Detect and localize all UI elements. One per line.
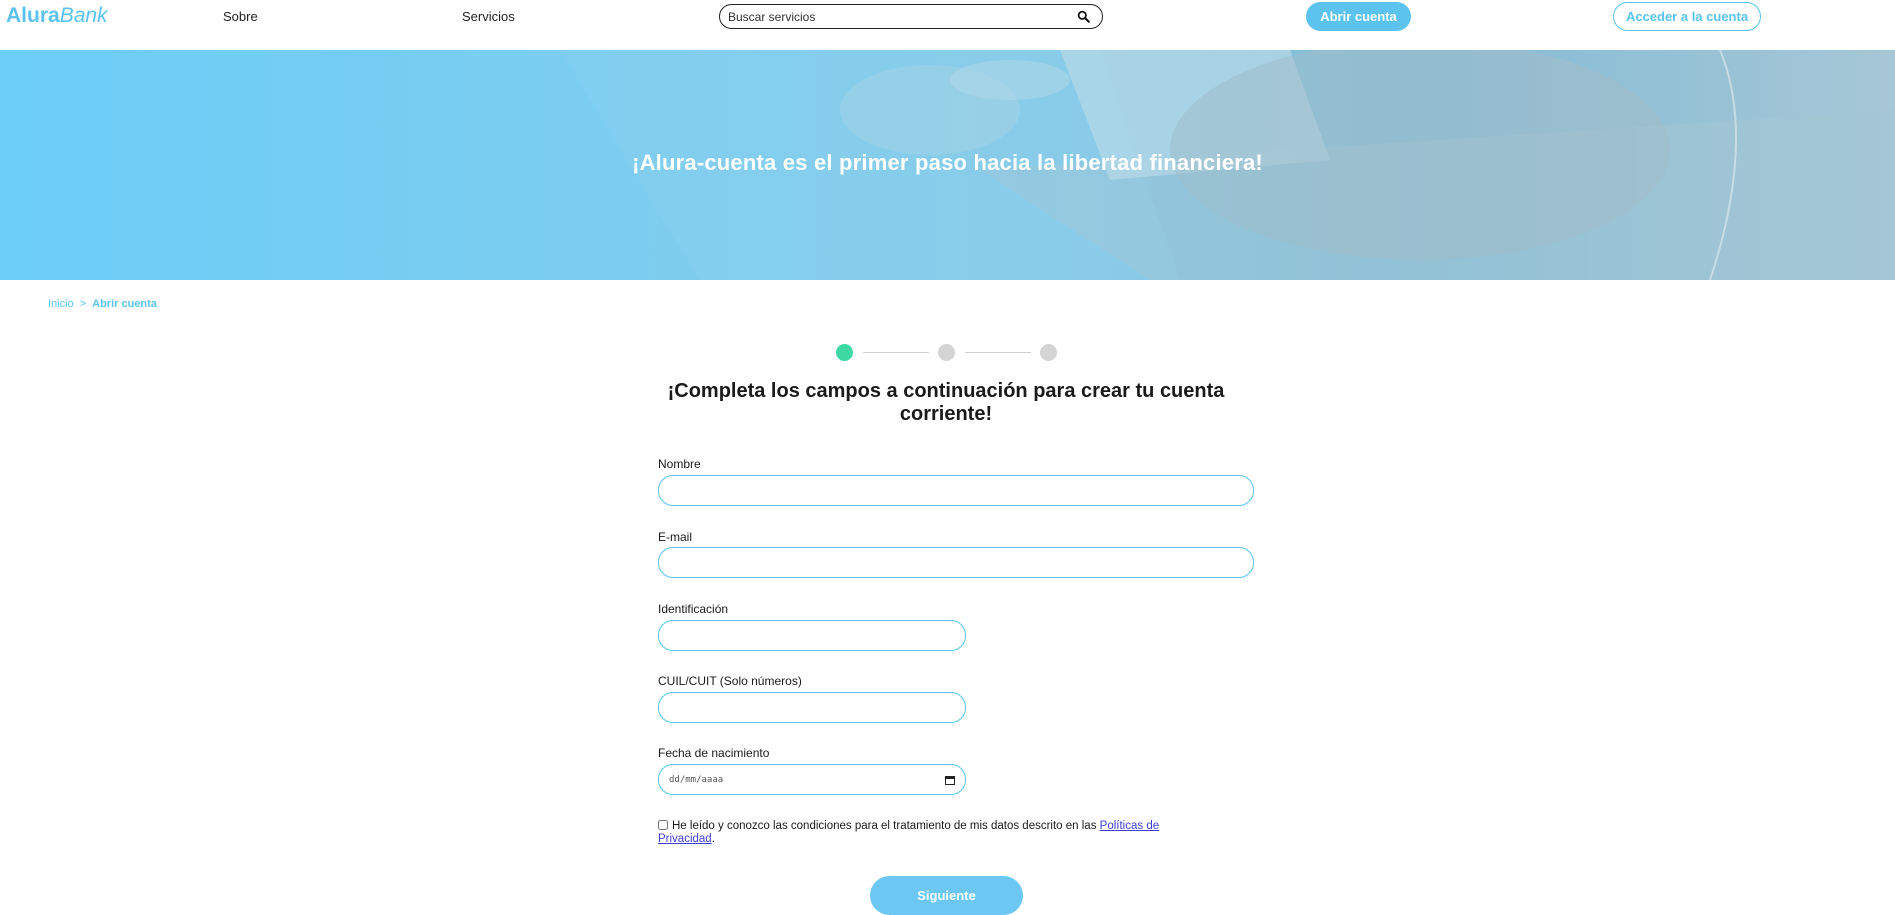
site-header: AluraBank Sobre Servicios Abrir cuenta A… (0, 0, 1895, 50)
search-input[interactable] (728, 9, 1076, 24)
progress-stepper (836, 343, 1058, 361)
cuil-input[interactable] (658, 692, 966, 723)
consent-end: . (711, 833, 715, 845)
fecha-input[interactable]: dd/mm/aaaa (658, 764, 966, 795)
identificacion-label: Identificación (658, 602, 729, 616)
calendar-icon[interactable] (945, 775, 955, 785)
access-account-button[interactable]: Acceder a la cuenta (1613, 2, 1761, 31)
privacy-consent: He leído y conozco las condiciones para … (658, 820, 1218, 846)
form-title: ¡Completa los campos a continuación para… (667, 380, 1225, 425)
nombre-input[interactable] (658, 475, 1254, 506)
date-placeholder: dd/mm/aaaa (669, 774, 724, 785)
privacy-checkbox[interactable] (658, 820, 668, 830)
breadcrumb-home[interactable]: Inicio (48, 298, 74, 310)
nav-sobre[interactable]: Sobre (223, 9, 258, 24)
breadcrumb-separator: > (79, 298, 87, 310)
nav-servicios[interactable]: Servicios (462, 9, 515, 24)
next-button[interactable]: Siguiente (870, 876, 1023, 915)
email-input[interactable] (658, 547, 1254, 578)
identificacion-input[interactable] (658, 620, 966, 651)
step-3-indicator (1040, 344, 1057, 361)
step-1-indicator (836, 344, 853, 361)
logo-bold: Alura (6, 4, 60, 27)
step-connector (965, 352, 1031, 353)
open-account-button[interactable]: Abrir cuenta (1306, 2, 1411, 31)
nombre-label: Nombre (658, 457, 701, 471)
fecha-label: Fecha de nacimiento (658, 746, 770, 760)
search-icon[interactable] (1076, 10, 1090, 24)
logo[interactable]: AluraBank (6, 4, 108, 28)
cuil-label: CUIL/CUIT (Solo números) (658, 674, 802, 688)
hero-banner: ¡Alura-cuenta es el primer paso hacia la… (0, 50, 1895, 280)
hero-title: ¡Alura-cuenta es el primer paso hacia la… (632, 150, 1263, 175)
step-2-indicator (938, 344, 955, 361)
logo-italic: Bank (59, 4, 108, 27)
email-label: E-mail (658, 530, 693, 544)
step-connector (863, 352, 929, 353)
breadcrumb: Inicio > Abrir cuenta (48, 298, 157, 310)
search-bar (719, 4, 1103, 29)
breadcrumb-current: Abrir cuenta (92, 298, 157, 310)
consent-text: He leído y conozco las condiciones para … (672, 820, 1100, 832)
